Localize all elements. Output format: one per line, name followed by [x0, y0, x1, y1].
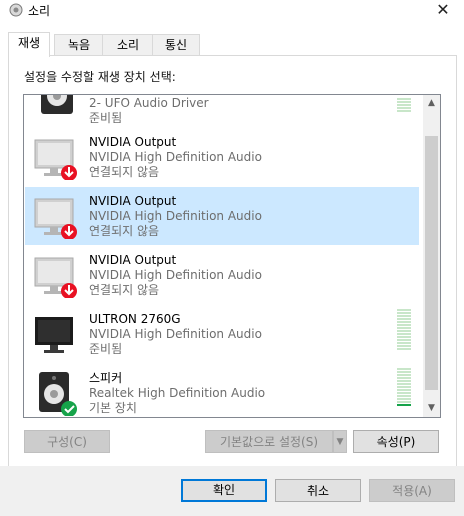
monitor-icon: [35, 317, 73, 353]
device-driver: NVIDIA High Definition Audio: [89, 327, 262, 341]
device-status: 준비됨: [89, 342, 123, 356]
chevron-down-icon[interactable]: ▼: [333, 430, 347, 453]
device-name: ULTRON 2760G: [89, 312, 181, 326]
device-item[interactable]: 스피커 Realtek High Definition Audio 기본 장치: [25, 364, 419, 417]
window-title: 소리: [28, 4, 51, 18]
speaker-default-icon: [39, 372, 77, 416]
device-driver: NVIDIA High Definition Audio: [89, 268, 262, 282]
set-default-button[interactable]: 기본값으로 설정(S): [205, 430, 333, 453]
device-status: 연결되지 않음: [89, 224, 160, 238]
monitor-disconnected-icon: [34, 198, 77, 239]
ok-button[interactable]: 확인: [181, 479, 267, 502]
device-status: 연결되지 않음: [89, 283, 160, 297]
device-item[interactable]: 2- UFO Audio Driver 준비됨: [25, 95, 419, 125]
properties-button[interactable]: 속성(P): [353, 430, 439, 453]
volume-level-meter: [397, 98, 411, 113]
sound-app-icon: [9, 3, 23, 17]
device-status: 준비됨: [89, 111, 123, 125]
monitor-disconnected-icon: [34, 139, 77, 180]
scrollbar[interactable]: ▲ ▼: [423, 95, 440, 417]
device-driver: NVIDIA High Definition Audio: [89, 150, 262, 164]
device-item[interactable]: ULTRON 2760G NVIDIA High Definition Audi…: [25, 305, 419, 363]
device-name: NVIDIA Output: [89, 194, 177, 208]
device-driver: NVIDIA High Definition Audio: [89, 209, 262, 223]
scroll-down-icon[interactable]: ▼: [423, 400, 440, 417]
device-driver: Realtek High Definition Audio: [89, 386, 266, 400]
device-list[interactable]: 2- UFO Audio Driver 준비됨 NVIDIA Output NV…: [23, 94, 441, 418]
device-item[interactable]: NVIDIA Output NVIDIA High Definition Aud…: [25, 246, 419, 304]
device-item-selected[interactable]: NVIDIA Output NVIDIA High Definition Aud…: [25, 187, 419, 245]
cancel-button[interactable]: 취소: [275, 479, 361, 502]
close-button[interactable]: ✕: [428, 0, 458, 22]
speaker-icon: [41, 95, 73, 114]
tab-playback[interactable]: 재생: [8, 32, 50, 57]
device-name: 스피커: [89, 371, 123, 385]
device-status: 기본 장치: [89, 401, 137, 415]
device-status: 연결되지 않음: [89, 165, 160, 179]
device-name: NVIDIA Output: [89, 135, 177, 149]
tab-recording[interactable]: 녹음: [54, 34, 104, 56]
volume-level-meter: [397, 368, 411, 407]
device-name: NVIDIA Output: [89, 253, 177, 267]
scrollbar-thumb[interactable]: [425, 136, 438, 390]
configure-button[interactable]: 구성(C): [24, 430, 110, 453]
device-name: 2- UFO Audio Driver: [89, 96, 209, 110]
apply-button[interactable]: 적용(A): [369, 479, 455, 502]
volume-level-meter: [397, 309, 411, 351]
title-bar: 소리 ✕: [0, 0, 464, 22]
tab-sounds[interactable]: 소리: [102, 34, 154, 56]
monitor-disconnected-icon: [34, 257, 77, 298]
instruction-label: 설정을 수정할 재생 장치 선택:: [24, 70, 176, 84]
device-item[interactable]: NVIDIA Output NVIDIA High Definition Aud…: [25, 128, 419, 186]
scroll-up-icon[interactable]: ▲: [423, 95, 440, 112]
tab-communications[interactable]: 통신: [152, 34, 200, 56]
